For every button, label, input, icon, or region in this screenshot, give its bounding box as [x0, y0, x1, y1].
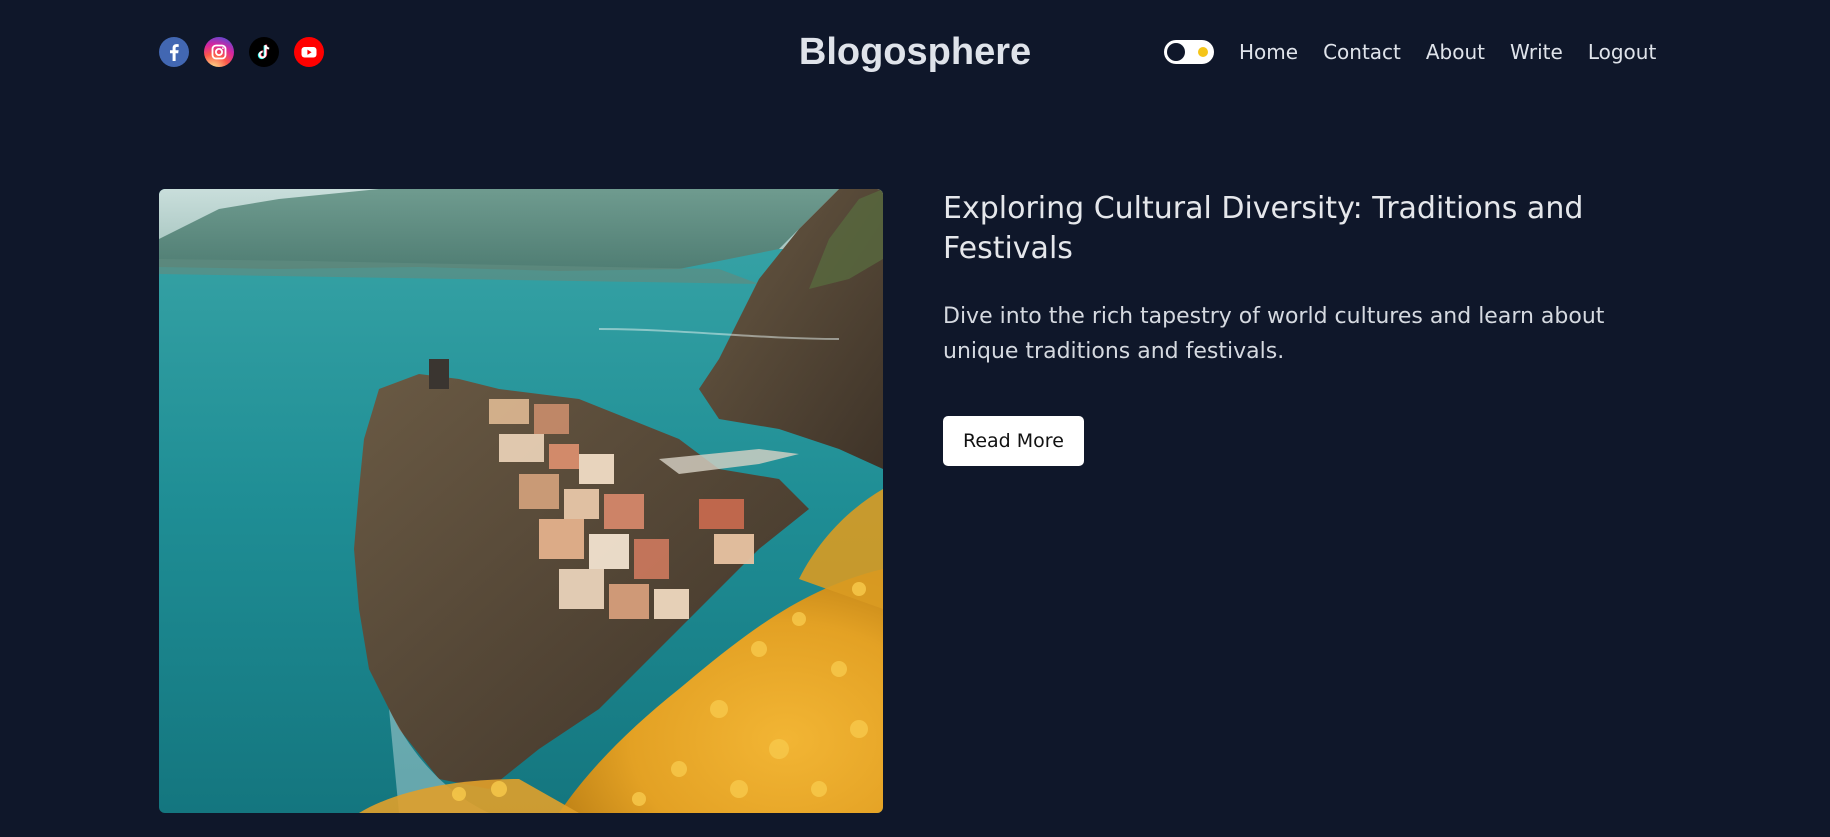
post-image — [159, 189, 883, 813]
toggle-knob — [1167, 43, 1185, 61]
sun-icon — [1198, 47, 1208, 57]
read-more-button[interactable]: Read More — [943, 416, 1084, 466]
tiktok-icon[interactable] — [249, 37, 279, 67]
post-content: Exploring Cultural Diversity: Traditions… — [943, 189, 1653, 466]
nav-logout[interactable]: Logout — [1588, 35, 1656, 69]
nav-contact[interactable]: Contact — [1323, 35, 1401, 69]
nav-about[interactable]: About — [1426, 35, 1485, 69]
main-nav: Home Contact About Write Logout — [1164, 35, 1656, 69]
facebook-icon[interactable] — [159, 37, 189, 67]
post-image-illustration — [159, 189, 883, 813]
nav-write[interactable]: Write — [1510, 35, 1563, 69]
post-description: Dive into the rich tapestry of world cul… — [943, 304, 1605, 364]
page: Blogosphere Home Contact About Write Log… — [0, 0, 1830, 837]
navbar: Blogosphere Home Contact About Write Log… — [0, 0, 1830, 104]
post-title[interactable]: Exploring Cultural Diversity: Traditions… — [943, 189, 1653, 269]
instagram-icon[interactable] — [204, 37, 234, 67]
theme-toggle[interactable] — [1164, 40, 1214, 64]
nav-home[interactable]: Home — [1239, 35, 1298, 69]
youtube-icon[interactable] — [294, 37, 324, 67]
social-links — [159, 37, 324, 67]
site-logo[interactable]: Blogosphere — [799, 31, 1031, 73]
